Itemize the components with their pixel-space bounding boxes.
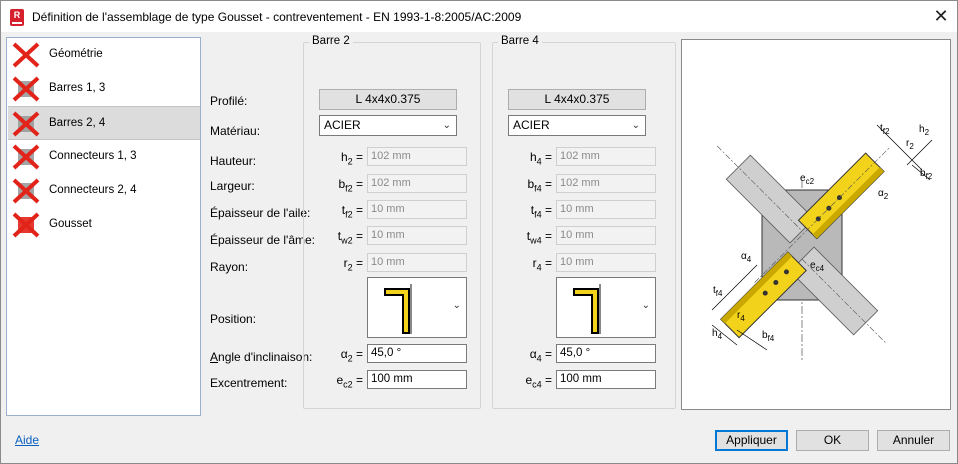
close-icon[interactable]: ✕ — [927, 5, 955, 29]
title-bar[interactable]: R Définition de l'assemblage de type Gou… — [1, 1, 957, 32]
dim-r2: r2 — [906, 138, 914, 151]
bar4-ecc-field[interactable]: 100 mm — [556, 370, 656, 389]
bar4-angle-symbol: α4 = — [529, 347, 552, 364]
bar2-angle-symbol: α2 = — [340, 347, 363, 364]
bar2-ecc-symbol: ec2 = — [336, 373, 363, 390]
bar2-radius-field: 10 mm — [367, 253, 467, 272]
radius-label: Rayon: — [210, 260, 249, 274]
sidebar-item[interactable]: Connecteurs 2, 4 — [8, 174, 200, 208]
bar4-height-field: 102 mm — [556, 147, 656, 166]
chevron-down-icon: ⌄ — [452, 300, 461, 311]
bar2-web-symbol: tw2 = — [337, 229, 363, 246]
bar4-height-symbol: h4 = — [529, 150, 552, 167]
bar2-web-field: 10 mm — [367, 226, 467, 245]
dim-alpha2: α2 — [878, 188, 889, 201]
bar2-flange-symbol: tf2 = — [341, 203, 363, 220]
dim-h2: h2 — [919, 124, 930, 137]
bar2-width-field: 102 mm — [367, 174, 467, 193]
chevron-down-icon: ⌄ — [442, 120, 451, 131]
material-label: Matériau: — [210, 124, 261, 138]
bar2-flange-field: 10 mm — [367, 200, 467, 219]
eccentricity-label: Excentrement: — [210, 376, 288, 390]
chevron-down-icon: ⌄ — [631, 120, 640, 131]
bar2-radius-symbol: r2 = — [343, 256, 363, 273]
sidebar-item[interactable]: Barres 2, 4 — [8, 106, 200, 140]
bar4-angle-field[interactable]: 45,0 ° — [556, 344, 656, 363]
bar4-width-symbol: bf4 = — [527, 177, 552, 194]
bars-cross-icon — [12, 76, 40, 102]
bar4-group-title: Barre 4 — [498, 35, 542, 47]
sidebar-item[interactable]: Géométrie — [8, 38, 200, 72]
angle-label: Angle d'inclinaison: — [210, 350, 312, 364]
bar4-flange-symbol: tf4 = — [530, 203, 552, 220]
bar2-width-symbol: bf2 = — [338, 177, 363, 194]
sidebar-item-label: Connecteurs 1, 3 — [49, 150, 137, 162]
sidebar-item-label: Connecteurs 2, 4 — [49, 184, 137, 196]
bar4-radius-field: 10 mm — [556, 253, 656, 272]
dialog-window: R Définition de l'assemblage de type Gou… — [0, 0, 958, 464]
window-title: Définition de l'assemblage de type Gouss… — [32, 10, 522, 24]
profile-label: Profilé: — [210, 94, 248, 108]
ok-button[interactable]: OK — [796, 430, 869, 451]
web-thickness-label: Épaisseur de l'âme: — [210, 233, 316, 247]
bars-cross-icon — [12, 111, 40, 137]
bar2-group-title: Barre 2 — [309, 35, 353, 47]
bar4-profile-button[interactable]: L 4x4x0.375 — [508, 89, 646, 110]
sidebar-item-label: Géométrie — [49, 48, 103, 60]
angle-section-icon — [384, 284, 412, 334]
connection-diagram: tf2 h2 r2 bf2 ec2 α2 α4 ec4 tf4 r4 h4 bf… — [681, 39, 951, 410]
height-label: Hauteur: — [210, 154, 257, 168]
dim-alpha4: α4 — [741, 251, 752, 264]
bar2-height-symbol: h2 = — [340, 150, 363, 167]
gusset-cross-icon — [12, 212, 40, 238]
sidebar-item[interactable]: Barres 1, 3 — [8, 72, 200, 106]
bar2-ecc-field[interactable]: 100 mm — [367, 370, 467, 389]
position-label: Position: — [210, 312, 257, 326]
help-link[interactable]: Aide — [15, 433, 39, 447]
sidebar-item[interactable]: Gousset — [8, 208, 200, 242]
angle-section-icon — [573, 284, 601, 334]
bar4-position-select[interactable]: ⌄ — [556, 277, 656, 338]
dim-tf4: tf4 — [713, 285, 723, 298]
bar2-position-select[interactable]: ⌄ — [367, 277, 467, 338]
bar2-profile-button[interactable]: L 4x4x0.375 — [319, 89, 457, 110]
flange-thickness-label: Épaisseur de l'aile: — [210, 206, 311, 220]
gusset-bracing-drawing: tf2 h2 r2 bf2 ec2 α2 α4 ec4 tf4 r4 h4 bf… — [711, 123, 933, 360]
dim-h4: h4 — [712, 328, 723, 341]
cancel-button[interactable]: Annuler — [877, 430, 950, 451]
sidebar-item-label: Barres 2, 4 — [49, 117, 106, 129]
bar4-material-select[interactable]: ACIER ⌄ — [508, 115, 646, 136]
sidebar-item-label: Gousset — [49, 218, 92, 230]
sidebar-item-label: Barres 1, 3 — [49, 82, 106, 94]
bar2-height-field: 102 mm — [367, 147, 467, 166]
bar2-material-select[interactable]: ACIER ⌄ — [319, 115, 457, 136]
bar4-web-field: 10 mm — [556, 226, 656, 245]
angle-label-rest: ngle d'inclinaison: — [218, 350, 313, 364]
bar4-material-value: ACIER — [513, 118, 550, 132]
angle-label-mnemonic: A — [210, 350, 219, 364]
sidebar-list: Géométrie Barres 1, 3 Barres 2, 4 Connecteu… — [6, 37, 201, 416]
connectors-cross-icon — [12, 178, 40, 204]
bar4-radius-symbol: r4 = — [532, 256, 552, 273]
bar4-flange-field: 10 mm — [556, 200, 656, 219]
dim-tf2: tf2 — [880, 123, 890, 136]
connectors-cross-icon — [12, 144, 40, 170]
width-label: Largeur: — [210, 179, 255, 193]
robot-app-icon: R — [10, 9, 24, 26]
dim-bf4: bf4 — [762, 330, 775, 343]
bar4-ecc-symbol: ec4 = — [525, 373, 552, 390]
bar4-web-symbol: tw4 = — [526, 229, 552, 246]
chevron-down-icon: ⌄ — [641, 300, 650, 311]
apply-button[interactable]: Appliquer — [715, 430, 788, 451]
bar2-material-value: ACIER — [324, 118, 361, 132]
bar4-width-field: 102 mm — [556, 174, 656, 193]
sidebar-item[interactable]: Connecteurs 1, 3 — [8, 140, 200, 174]
geometry-cross-icon — [12, 42, 40, 68]
dim-bf2: bf2 — [920, 168, 933, 181]
bar2-angle-field[interactable]: 45,0 ° — [367, 344, 467, 363]
